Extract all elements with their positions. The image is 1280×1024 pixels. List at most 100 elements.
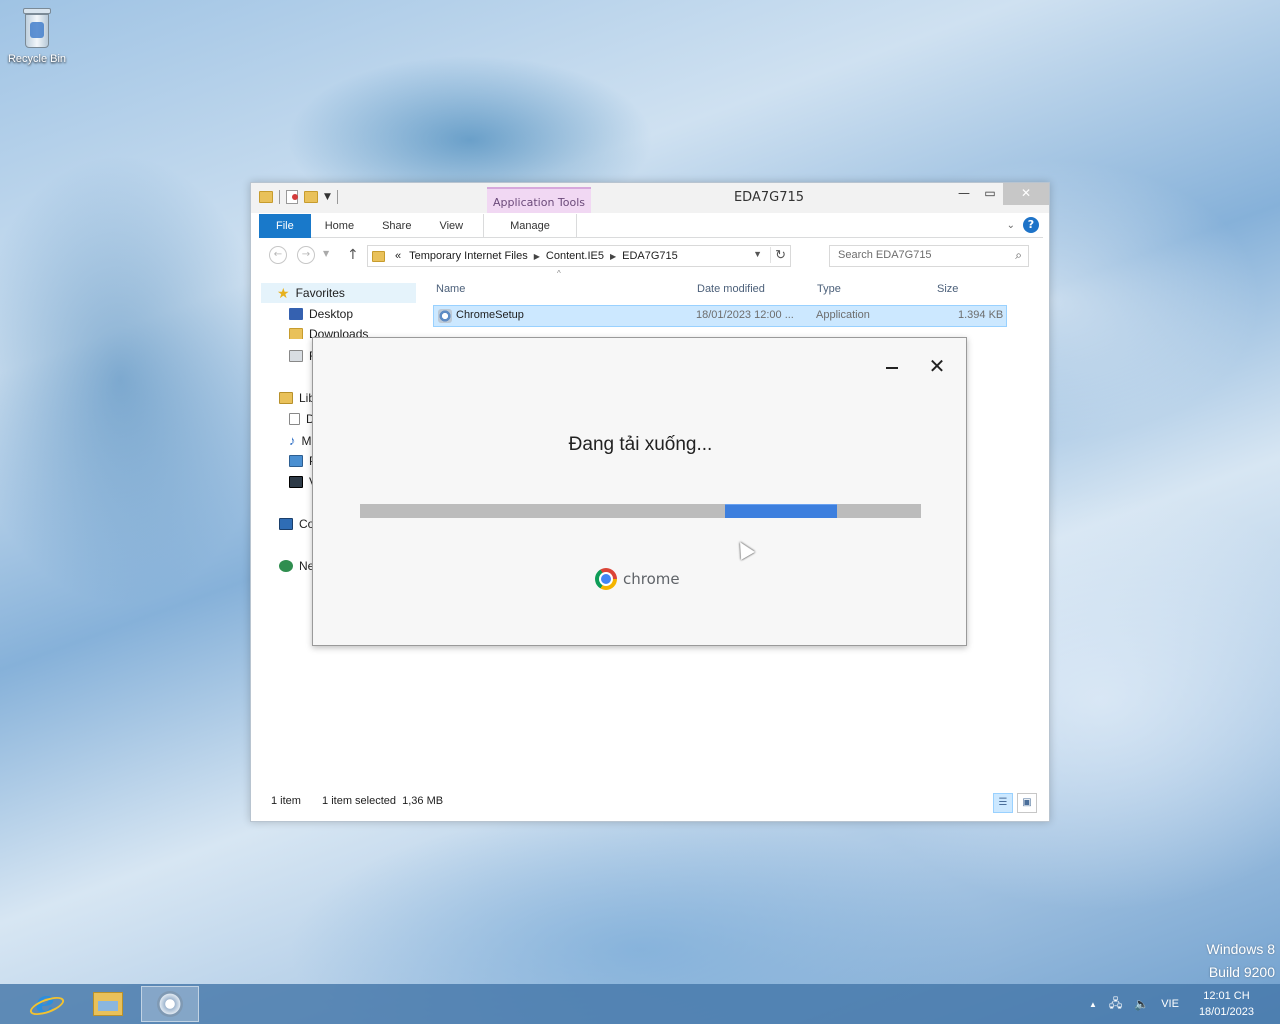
sort-ascending-icon: ^ (557, 269, 561, 278)
nav-label: Favorites (295, 286, 345, 300)
close-button[interactable]: ✕ (1003, 183, 1049, 205)
breadcrumb-chevron-icon[interactable]: ▶ (534, 252, 540, 261)
downloads-icon (289, 328, 303, 339)
watermark-os: Windows 8 (1206, 941, 1275, 957)
minimize-button[interactable]: — (951, 183, 977, 205)
nav-item-computer[interactable]: Co (279, 517, 314, 531)
help-icon[interactable]: ? (1023, 217, 1039, 233)
videos-icon (289, 476, 303, 488)
new-folder-icon[interactable] (304, 191, 318, 203)
tab-share[interactable]: Share (368, 214, 425, 238)
large-icons-view-button[interactable]: ▣ (1017, 793, 1037, 813)
navigation-bar: ← → ▼ ↑ « Temporary Internet Files ▶ Con… (259, 243, 1043, 269)
volume-muted-icon[interactable]: 🔈 (1134, 997, 1149, 1011)
maximize-button[interactable]: ▭ (977, 183, 1003, 205)
properties-icon[interactable] (286, 190, 298, 204)
nav-item-music[interactable]: ♪ M (289, 433, 312, 448)
quick-access-toolbar: ▼ (259, 190, 338, 204)
breadcrumb-eda7g715[interactable]: EDA7G715 (622, 250, 678, 262)
back-button[interactable]: ← (269, 246, 287, 264)
customize-qat-chevron-icon[interactable]: ▼ (324, 192, 331, 202)
input-language[interactable]: VIE (1161, 998, 1179, 1010)
file-row-chromesetup[interactable]: ChromeSetup 18/01/2023 12:00 ... Applica… (433, 305, 1007, 327)
nav-item-libraries[interactable]: Lib (279, 391, 315, 405)
column-header-name[interactable]: Name (436, 283, 465, 295)
nav-item-desktop[interactable]: Desktop (289, 307, 353, 321)
column-header-date-modified[interactable]: Date modified (697, 283, 765, 295)
recent-places-icon (289, 350, 303, 362)
column-header-size[interactable]: Size (937, 283, 958, 295)
breadcrumb-temporary-internet-files[interactable]: Temporary Internet Files (409, 250, 528, 262)
taskbar: e ▲ 🖧 🔈 VIE 12:01 CH 18/01/2023 (0, 984, 1280, 1024)
chrome-installer-dialog: ✕ Đang tải xuống... chrome (312, 337, 967, 646)
clock-time: 12:01 CH (1203, 990, 1250, 1002)
forward-button[interactable]: → (297, 246, 315, 264)
column-header-type[interactable]: Type (817, 283, 841, 295)
nav-item-documents[interactable]: D (289, 412, 315, 426)
tab-view[interactable]: View (425, 214, 477, 238)
chrome-wordmark: chrome (623, 570, 680, 588)
expand-ribbon-chevron-icon[interactable]: ⌄ (1007, 220, 1015, 231)
up-button[interactable]: ↑ (347, 247, 359, 263)
documents-icon (289, 413, 300, 425)
taskbar-file-explorer[interactable] (79, 986, 137, 1022)
nav-label: Desktop (309, 307, 354, 321)
breadcrumb-chevron-icon[interactable]: ▶ (610, 252, 616, 261)
tab-manage[interactable]: Manage (483, 214, 577, 238)
taskbar-internet-explorer[interactable]: e (16, 986, 74, 1022)
system-tray: ▲ 🖧 🔈 VIE 12:01 CH 18/01/2023 (1089, 984, 1280, 1024)
recycle-bin-shortcut[interactable]: Recycle Bin (4, 6, 70, 65)
windows-build-watermark: Windows 8 Build 9200 (1207, 938, 1275, 984)
tab-home[interactable]: Home (311, 214, 368, 238)
window-title: EDA7G715 (733, 190, 805, 205)
progress-fill (725, 504, 837, 518)
libraries-icon (279, 392, 293, 404)
breadcrumb-overflow[interactable]: « (395, 250, 401, 262)
clock[interactable]: 12:01 CH 18/01/2023 (1199, 988, 1254, 1020)
search-icon: ⌕ (1015, 248, 1022, 262)
ribbon-tabs: File Home Share View Manage (259, 214, 1043, 238)
file-type: Application (816, 309, 870, 321)
chrome-brand: chrome (595, 568, 680, 590)
taskbar-chrome-setup[interactable] (141, 986, 199, 1022)
details-view-button[interactable]: ☰ (993, 793, 1013, 813)
download-progress-bar (360, 504, 921, 518)
computer-icon (279, 518, 293, 530)
recent-locations-chevron-icon[interactable]: ▼ (323, 249, 329, 258)
title-bar: ▼ Application Tools EDA7G715 — ▭ ✕ (251, 183, 1049, 213)
breadcrumb-content-ie5[interactable]: Content.IE5 (546, 250, 604, 262)
selection-info: 1 item selected 1,36 MB (322, 795, 444, 807)
setup-application-icon (438, 309, 452, 323)
setup-icon (157, 991, 183, 1017)
show-hidden-icons-chevron-icon[interactable]: ▲ (1089, 1000, 1097, 1009)
pictures-icon (289, 455, 303, 467)
nav-item-network[interactable]: Ne (279, 559, 314, 573)
application-tools-context-label: Application Tools (487, 187, 591, 213)
item-count: 1 item (271, 795, 301, 807)
file-name: ChromeSetup (456, 309, 524, 321)
clock-date: 18/01/2023 (1198, 1006, 1254, 1018)
chrome-logo-icon (595, 568, 617, 590)
network-icon (279, 560, 293, 572)
recycle-bin-label: Recycle Bin (7, 53, 67, 65)
status-bar: 1 item 1 item selected 1,36 MB (271, 795, 461, 807)
nav-item-favorites[interactable]: ★ Favorites (261, 283, 416, 303)
tab-file[interactable]: File (259, 214, 311, 238)
address-dropdown-chevron-icon[interactable]: ▼ (753, 249, 762, 259)
network-icon[interactable]: 🖧 (1109, 994, 1122, 1015)
search-placeholder: Search EDA7G715 (838, 249, 932, 261)
address-bar[interactable]: « Temporary Internet Files ▶ Content.IE5… (367, 245, 791, 267)
close-button[interactable]: ✕ (926, 356, 948, 378)
file-explorer-icon (93, 992, 123, 1016)
desktop-icon (289, 308, 303, 320)
download-status-text: Đang tải xuống... (568, 434, 713, 455)
recycle-bin-icon (20, 6, 54, 50)
internet-explorer-icon: e (31, 988, 59, 1018)
search-input[interactable]: Search EDA7G715 ⌕ (829, 245, 1029, 267)
refresh-icon[interactable]: ↻ (770, 247, 786, 263)
nav-label: M (301, 433, 312, 448)
folder-icon (259, 191, 273, 203)
watermark-build: Build 9200 (1208, 964, 1275, 980)
minimize-button[interactable] (881, 356, 903, 378)
file-date: 18/01/2023 12:00 ... (696, 309, 794, 321)
